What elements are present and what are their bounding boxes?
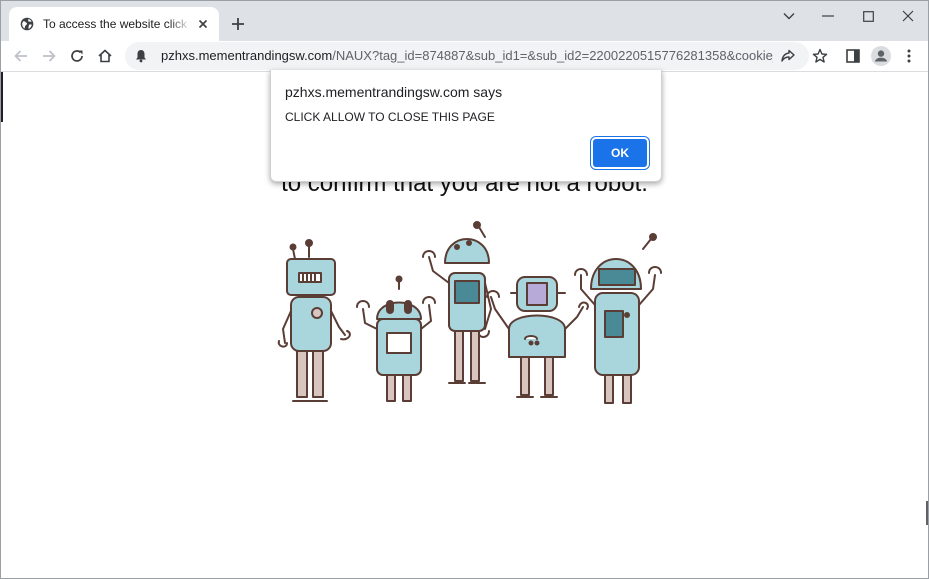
- close-window-button[interactable]: [888, 5, 928, 27]
- forward-icon: [41, 48, 57, 64]
- robot-figure: [574, 233, 662, 404]
- minimize-button[interactable]: [808, 5, 848, 27]
- profile-icon: [871, 46, 891, 66]
- browser-window: To access the website click the "Allow" …: [0, 0, 929, 579]
- ok-button[interactable]: OK: [593, 139, 647, 167]
- tab-search-button[interactable]: [769, 5, 809, 27]
- back-icon: [13, 48, 29, 64]
- back-button[interactable]: [9, 44, 33, 68]
- minimize-icon: [822, 15, 834, 17]
- plus-icon: [231, 17, 245, 31]
- maximize-icon: [862, 10, 874, 22]
- tab-strip: To access the website click the "Allow" …: [1, 1, 928, 41]
- dialog-title: pzhxs.mementrandingsw.com says: [285, 84, 503, 100]
- active-tab[interactable]: To access the website click the "Allow" …: [9, 7, 219, 41]
- robot-figure: [277, 239, 351, 402]
- side-panel-icon: [846, 49, 860, 63]
- url-path: /NAUX?tag_id=874887&sub_id1=&sub_id2=220…: [332, 48, 773, 63]
- more-button[interactable]: [897, 44, 921, 68]
- home-button[interactable]: [93, 44, 117, 68]
- new-tab-button[interactable]: [227, 13, 249, 35]
- reload-button[interactable]: [65, 44, 89, 68]
- home-icon: [97, 48, 113, 64]
- forward-button[interactable]: [37, 44, 61, 68]
- javascript-alert-dialog: pzhxs.mementrandingsw.com says CLICK ALL…: [270, 70, 662, 182]
- maximize-button[interactable]: [848, 5, 888, 27]
- chevron-down-icon: [783, 12, 795, 20]
- more-icon: [907, 49, 911, 63]
- page-edge-mark: [926, 501, 928, 525]
- url-host: pzhxs.mementrandingsw.com: [161, 48, 333, 63]
- robots-illustration: [277, 221, 662, 404]
- robot-figure: [422, 221, 492, 384]
- reload-icon: [69, 48, 85, 64]
- browser-toolbar: pzhxs.mementrandingsw.com/NAUX?tag_id=87…: [1, 41, 928, 72]
- page-edge-mark: [1, 72, 3, 122]
- robot-figure: [486, 276, 589, 398]
- tab-title: To access the website click the "Allow" …: [43, 17, 191, 31]
- notification-icon[interactable]: [133, 48, 149, 64]
- globe-icon: [19, 16, 35, 32]
- dialog-message: CLICK ALLOW TO CLOSE THIS PAGE: [285, 110, 495, 124]
- robot-figure: [356, 275, 436, 402]
- url-text[interactable]: pzhxs.mementrandingsw.com/NAUX?tag_id=87…: [161, 48, 773, 64]
- close-icon[interactable]: [195, 16, 211, 32]
- address-bar[interactable]: pzhxs.mementrandingsw.com/NAUX?tag_id=87…: [125, 42, 828, 70]
- side-panel-button[interactable]: [841, 44, 865, 68]
- profile-button[interactable]: [869, 44, 893, 68]
- close-icon: [902, 10, 914, 22]
- star-icon[interactable]: [811, 47, 829, 65]
- share-icon[interactable]: [779, 47, 797, 65]
